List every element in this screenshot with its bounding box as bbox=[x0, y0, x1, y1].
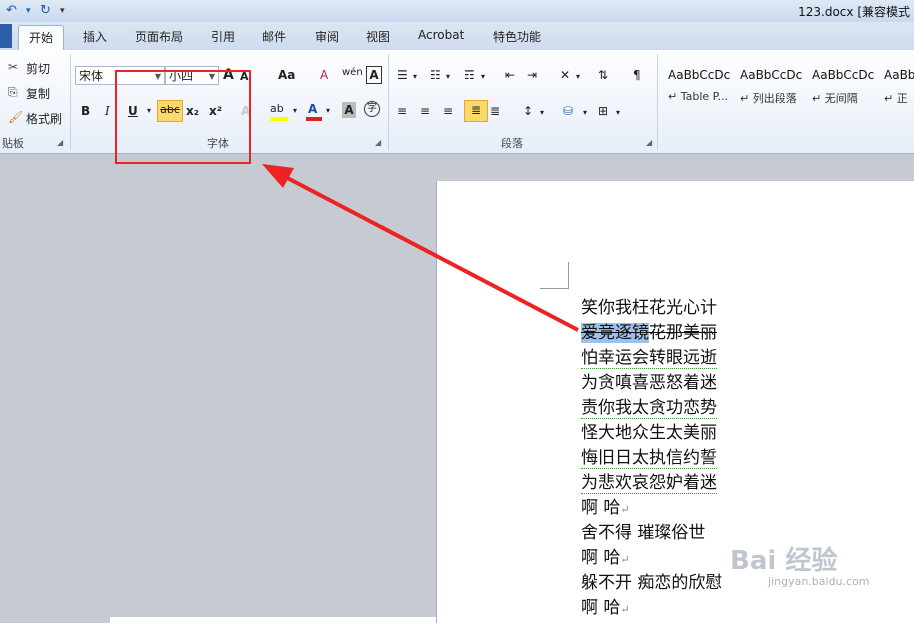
annotation-arrow-icon bbox=[262, 164, 579, 332]
